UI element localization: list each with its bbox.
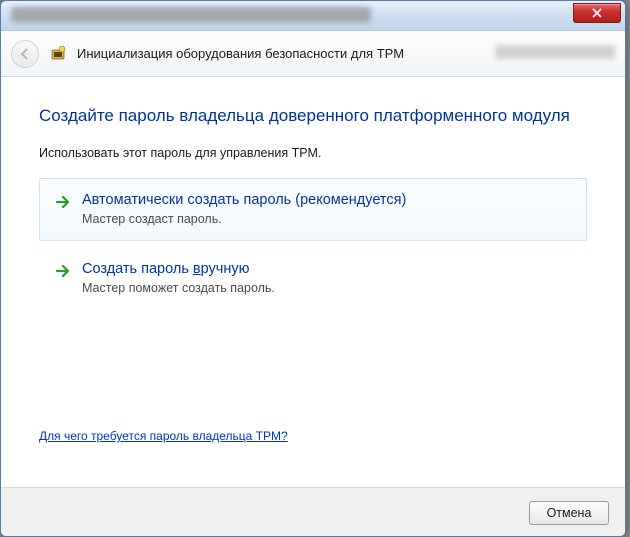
option-manual-create[interactable]: Создать пароль вручную Мастер поможет со… <box>39 247 587 310</box>
close-icon <box>592 8 602 18</box>
close-button[interactable] <box>573 3 621 23</box>
arrow-right-icon <box>54 262 72 280</box>
option-desc: Мастер поможет создать пароль. <box>82 281 572 295</box>
back-button <box>11 40 39 68</box>
option-title: Создать пароль вручную <box>82 260 572 279</box>
option-desc: Мастер создаст пароль. <box>82 212 572 226</box>
option-auto-create[interactable]: Автоматически создать пароль (рекомендуе… <box>39 178 587 241</box>
back-arrow-icon <box>18 47 32 61</box>
background-blur <box>11 7 371 23</box>
content-area: Создайте пароль владельца доверенного пл… <box>1 77 625 487</box>
background-blur-right <box>495 45 615 59</box>
arrow-right-icon <box>54 193 72 211</box>
help-link[interactable]: Для чего требуется пароль владельца TPM? <box>39 429 288 443</box>
option-title: Автоматически создать пароль (рекомендуе… <box>82 191 572 210</box>
page-heading: Создайте пароль владельца доверенного пл… <box>39 105 587 128</box>
cancel-button[interactable]: Отмена <box>529 501 609 525</box>
tpm-chip-icon <box>49 45 67 63</box>
header: Инициализация оборудования безопасности … <box>1 31 625 77</box>
wizard-window: Инициализация оборудования безопасности … <box>0 0 626 537</box>
option-text: Автоматически создать пароль (рекомендуе… <box>82 191 572 226</box>
option-text: Создать пароль вручную Мастер поможет со… <box>82 260 572 295</box>
titlebar <box>1 1 625 31</box>
footer: Отмена <box>1 487 625 537</box>
instruction-text: Использовать этот пароль для управления … <box>39 146 587 160</box>
